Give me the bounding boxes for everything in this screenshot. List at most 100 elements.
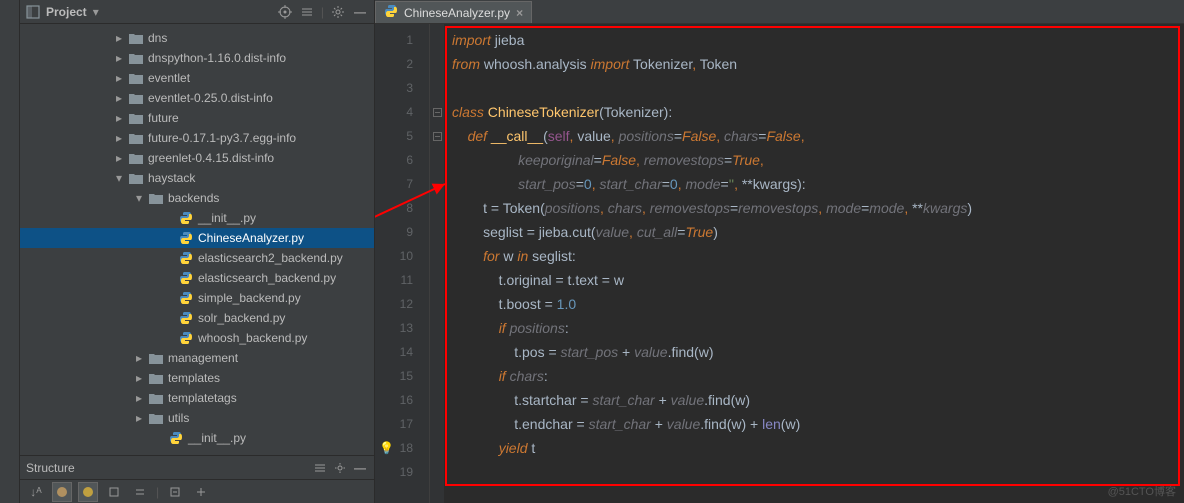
fold-toggle[interactable] [430,100,444,124]
line-number[interactable]: 15 [375,364,429,388]
code-line[interactable]: import jieba [452,28,1176,52]
filter-1-icon[interactable] [52,482,72,502]
code-line[interactable]: t.original = t.text = w [452,268,1176,292]
editor-tab[interactable]: ChineseAnalyzer.py × [375,1,532,23]
line-number[interactable]: 14 [375,340,429,364]
expand-icon[interactable] [164,253,174,263]
expand-icon[interactable]: ▸ [134,373,144,383]
code-line[interactable]: start_pos=0, start_char=0, mode='', **kw… [452,172,1176,196]
close-icon[interactable]: × [516,6,523,20]
expand-icon[interactable]: ▸ [134,353,144,363]
line-number[interactable]: 5 [375,124,429,148]
line-number[interactable]: 3 [375,76,429,100]
tree-item[interactable]: ▸eventlet-0.25.0.dist-info [20,88,374,108]
tree-item[interactable]: __init__.py [20,428,374,448]
code-line[interactable]: def __call__(self, value, positions=Fals… [452,124,1176,148]
collapse-all-icon[interactable] [299,4,315,20]
collapse-icon[interactable] [312,460,328,476]
tree-item[interactable]: ChineseAnalyzer.py [20,228,374,248]
tree-item[interactable]: ▸templates [20,368,374,388]
tree-item[interactable]: ▸eventlet [20,68,374,88]
line-number[interactable]: 9 [375,220,429,244]
line-number[interactable]: 12 [375,292,429,316]
expand-icon[interactable]: ▾ [134,193,144,203]
expand-icon[interactable]: ▸ [134,393,144,403]
tree-item[interactable]: ▸templatetags [20,388,374,408]
fold-toggle[interactable] [430,124,444,148]
tree-item[interactable]: ▸future [20,108,374,128]
dropdown-arrow-icon[interactable]: ▾ [93,5,99,19]
filter-6-icon[interactable] [191,482,211,502]
sort-alpha-icon[interactable]: ↓ᴬ [26,482,46,502]
code-line[interactable]: t.endchar = start_char + value.find(w) +… [452,412,1176,436]
tree-item[interactable]: simple_backend.py [20,288,374,308]
tree-item[interactable]: ▸greenlet-0.4.15.dist-info [20,148,374,168]
line-number[interactable]: 13 [375,316,429,340]
expand-icon[interactable]: ▸ [134,413,144,423]
expand-icon[interactable]: ▸ [114,93,124,103]
tree-item[interactable]: ▸utils [20,408,374,428]
hide-icon[interactable]: — [352,4,368,20]
expand-icon[interactable] [154,433,164,443]
tree-item[interactable]: elasticsearch2_backend.py [20,248,374,268]
line-number[interactable]: 4 [375,100,429,124]
line-number[interactable]: 19 [375,460,429,484]
line-number[interactable]: 2 [375,52,429,76]
tree-item[interactable]: ▸future-0.17.1-py3.7.egg-info [20,128,374,148]
intention-bulb-icon[interactable]: 💡 [379,441,394,455]
locate-icon[interactable] [277,4,293,20]
expand-icon[interactable] [164,293,174,303]
tree-item[interactable]: __init__.py [20,208,374,228]
code-line[interactable]: yield t [452,436,1176,460]
filter-3-icon[interactable] [104,482,124,502]
code-line[interactable]: seglist = jieba.cut(value, cut_all=True) [452,220,1176,244]
expand-icon[interactable]: ▸ [114,73,124,83]
tree-item[interactable]: ▸dnspython-1.16.0.dist-info [20,48,374,68]
line-gutter[interactable]: 123456789101112131415161718💡19 [375,24,430,503]
code-line[interactable]: if positions: [452,316,1176,340]
expand-icon[interactable] [164,273,174,283]
expand-icon[interactable] [164,233,174,243]
code-line[interactable] [452,460,1176,484]
hide-icon[interactable]: — [352,460,368,476]
line-number[interactable]: 10 [375,244,429,268]
tree-item[interactable]: elasticsearch_backend.py [20,268,374,288]
code-line[interactable]: keeporiginal=False, removestops=True, [452,148,1176,172]
gear-icon[interactable] [332,460,348,476]
code-line[interactable]: t = Token(positions, chars, removestops=… [452,196,1176,220]
expand-icon[interactable]: ▾ [114,173,124,183]
expand-icon[interactable] [164,213,174,223]
gear-icon[interactable] [330,4,346,20]
line-number[interactable]: 18💡 [375,436,429,460]
line-number[interactable]: 8 [375,196,429,220]
code-line[interactable]: for w in seglist: [452,244,1176,268]
tree-item[interactable]: ▸dns [20,28,374,48]
line-number[interactable]: 11 [375,268,429,292]
code-line[interactable]: t.startchar = start_char + value.find(w) [452,388,1176,412]
filter-5-icon[interactable] [165,482,185,502]
tree-item[interactable]: solr_backend.py [20,308,374,328]
line-number[interactable]: 6 [375,148,429,172]
line-number[interactable]: 7 [375,172,429,196]
tree-item[interactable]: ▸management [20,348,374,368]
code-line[interactable]: if chars: [452,364,1176,388]
tree-item[interactable]: whoosh_backend.py [20,328,374,348]
line-number[interactable]: 17 [375,412,429,436]
project-tree[interactable]: ▸dns▸dnspython-1.16.0.dist-info▸eventlet… [20,24,374,455]
code-line[interactable]: from whoosh.analysis import Tokenizer, T… [452,52,1176,76]
code-line[interactable]: class ChineseTokenizer(Tokenizer): [452,100,1176,124]
tree-item[interactable]: ▾backends [20,188,374,208]
filter-4-icon[interactable] [130,482,150,502]
code-line[interactable]: t.pos = start_pos + value.find(w) [452,340,1176,364]
expand-icon[interactable]: ▸ [114,153,124,163]
expand-icon[interactable] [164,333,174,343]
expand-icon[interactable]: ▸ [114,133,124,143]
expand-icon[interactable] [164,313,174,323]
code-editor[interactable]: import jiebafrom whoosh.analysis import … [444,24,1184,503]
expand-icon[interactable]: ▸ [114,113,124,123]
code-line[interactable]: t.boost = 1.0 [452,292,1176,316]
expand-icon[interactable]: ▸ [114,33,124,43]
fold-column[interactable] [430,24,444,503]
code-line[interactable] [452,76,1176,100]
line-number[interactable]: 16 [375,388,429,412]
